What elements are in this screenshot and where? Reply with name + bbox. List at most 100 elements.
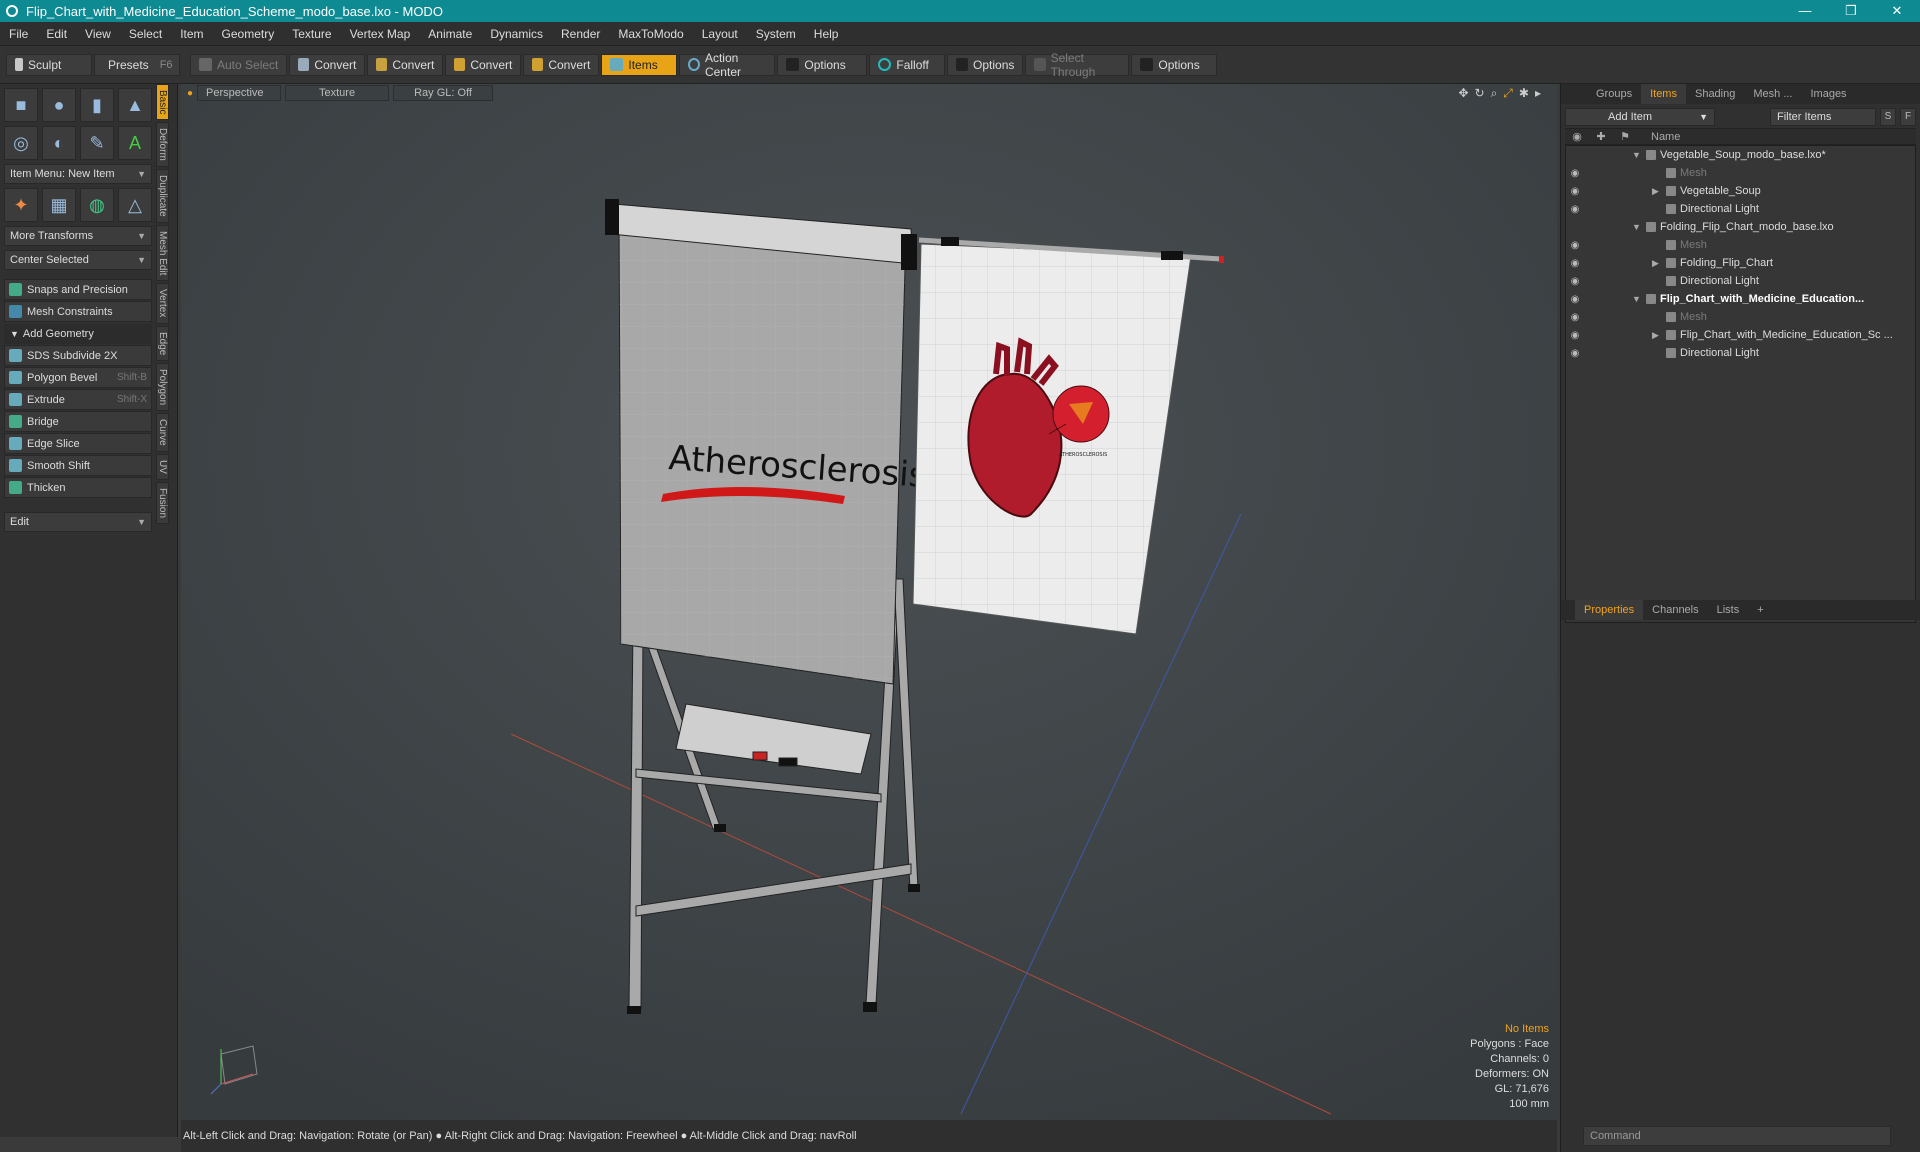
bridge-button[interactable]: Bridge xyxy=(4,411,152,432)
sds-subdivide-button[interactable]: SDS Subdivide 2X xyxy=(4,345,152,366)
command-input[interactable]: Command xyxy=(1583,1126,1891,1146)
presets-button[interactable]: Presets F6 xyxy=(94,53,180,76)
edge-slice-button[interactable]: Edge Slice xyxy=(4,433,152,454)
tab-vertex[interactable]: Vertex xyxy=(156,283,169,324)
falloff-options-button[interactable]: Options xyxy=(947,53,1024,76)
convert-vertex-button[interactable]: Convert xyxy=(289,53,366,76)
tab-channels[interactable]: Channels xyxy=(1643,600,1707,620)
convert-polygon-button[interactable]: Convert xyxy=(445,53,522,76)
eye-icon[interactable]: ◉ xyxy=(1566,204,1584,215)
f-toggle-button[interactable]: F xyxy=(1900,108,1916,126)
expand-arrow-icon[interactable]: ▶ xyxy=(1652,258,1662,269)
menu-maxtomodo[interactable]: MaxToModo xyxy=(609,27,692,41)
item-menu-dropdown[interactable]: Item Menu: New Item ▼ xyxy=(4,164,152,184)
torus-icon[interactable]: ◎ xyxy=(4,126,38,160)
list-item[interactable]: ▼ Vegetable_Soup_modo_base.lxo* xyxy=(1566,146,1915,164)
expand-arrow-icon[interactable]: ▶ xyxy=(1652,186,1662,197)
tab-properties[interactable]: Properties xyxy=(1575,600,1644,620)
grid-icon[interactable]: ▦ xyxy=(42,188,76,222)
tab-deform[interactable]: Deform xyxy=(156,122,169,168)
add-tab-icon[interactable]: + xyxy=(1748,600,1772,620)
close-button[interactable]: ✕ xyxy=(1874,0,1920,22)
sphere-icon[interactable]: ● xyxy=(42,88,76,122)
thicken-button[interactable]: Thicken xyxy=(4,477,152,498)
eye-icon[interactable]: ◉ xyxy=(1566,294,1584,305)
capsule-icon[interactable]: ◐ xyxy=(42,126,76,160)
s-toggle-button[interactable]: S xyxy=(1880,108,1896,126)
menu-help[interactable]: Help xyxy=(805,27,848,41)
eye-icon[interactable]: ◉ xyxy=(1566,258,1584,269)
menu-view[interactable]: View xyxy=(76,27,120,41)
pan-icon[interactable]: ✥ xyxy=(1458,86,1468,101)
polygon-bevel-button[interactable]: Polygon Bevel Shift-B xyxy=(4,367,152,388)
fit-icon[interactable]: ⤢ xyxy=(1503,86,1513,101)
menu-geometry[interactable]: Geometry xyxy=(213,27,284,41)
tab-polygon[interactable]: Polygon xyxy=(156,363,169,412)
add-geometry-section[interactable]: ▼ Add Geometry xyxy=(4,324,152,344)
menu-layout[interactable]: Layout xyxy=(693,27,747,41)
add-item-dropdown[interactable]: Add Item ▼ xyxy=(1565,108,1715,126)
expand-arrow-icon[interactable]: ▼ xyxy=(1632,150,1642,160)
transform-icon[interactable]: ✦ xyxy=(4,188,38,222)
tab-duplicate[interactable]: Duplicate xyxy=(156,169,169,223)
sculpt-button[interactable]: Sculpt xyxy=(6,53,92,76)
tab-mesh-edit[interactable]: Mesh Edit xyxy=(156,224,169,282)
expand-arrow-icon[interactable]: ▸ xyxy=(1535,86,1541,101)
name-column-header[interactable]: Name xyxy=(1637,131,1680,143)
perspective-dropdown[interactable]: Perspective xyxy=(197,85,282,101)
minimize-button[interactable]: — xyxy=(1782,0,1828,22)
eye-icon[interactable]: ◉ xyxy=(1566,240,1584,251)
more-transforms-dropdown[interactable]: More Transforms ▼ xyxy=(4,226,152,246)
menu-animate[interactable]: Animate xyxy=(419,27,481,41)
edit-dropdown[interactable]: Edit ▼ xyxy=(4,512,152,532)
lock-column-icon[interactable]: ✚ xyxy=(1589,130,1613,143)
menu-file[interactable]: File xyxy=(0,27,37,41)
center-selected-dropdown[interactable]: Center Selected ▼ xyxy=(4,250,152,270)
select-through-button[interactable]: Select Through xyxy=(1025,51,1130,79)
tab-fusion[interactable]: Fusion xyxy=(156,481,169,524)
cylinder-icon[interactable]: ▮ xyxy=(80,88,114,122)
expand-arrow-icon[interactable]: ▼ xyxy=(1632,294,1642,304)
list-item[interactable]: ◉ ▶ Folding_Flip_Chart xyxy=(1566,254,1915,272)
tab-mesh[interactable]: Mesh ... xyxy=(1744,84,1801,104)
tab-curve[interactable]: Curve xyxy=(156,413,169,452)
list-item[interactable]: ◉ Directional Light xyxy=(1566,344,1915,362)
list-item[interactable]: ◉ Directional Light xyxy=(1566,272,1915,290)
mesh-constraints-button[interactable]: Mesh Constraints xyxy=(4,301,152,322)
list-item[interactable]: ◉ ▶ Vegetable_Soup xyxy=(1566,182,1915,200)
tab-basic[interactable]: Basic xyxy=(156,84,169,121)
list-item[interactable]: ◉ ▶ Flip_Chart_with_Medicine_Education_Sc … xyxy=(1566,326,1915,344)
eye-icon[interactable]: ◉ xyxy=(1566,330,1584,341)
rotate-icon[interactable]: ↻ xyxy=(1475,86,1485,101)
menu-system[interactable]: System xyxy=(747,27,805,41)
pyramid-icon[interactable]: △ xyxy=(118,188,152,222)
tab-lists[interactable]: Lists xyxy=(1708,600,1749,620)
tab-shading[interactable]: Shading xyxy=(1686,84,1744,104)
cone-icon[interactable]: ▲ xyxy=(118,88,152,122)
tab-edge[interactable]: Edge xyxy=(156,325,169,362)
menu-item[interactable]: Item xyxy=(171,27,212,41)
eye-icon[interactable]: ◉ xyxy=(1566,168,1584,179)
tab-uv[interactable]: UV xyxy=(156,453,169,480)
menu-texture[interactable]: Texture xyxy=(283,27,340,41)
smooth-shift-button[interactable]: Smooth Shift xyxy=(4,455,152,476)
falloff-button[interactable]: Falloff xyxy=(869,53,946,76)
viewport-menu-icon[interactable]: ● xyxy=(187,88,193,99)
eye-icon[interactable]: ◉ xyxy=(1566,186,1584,197)
expand-arrow-icon[interactable]: ▶ xyxy=(1652,330,1662,341)
eye-icon[interactable]: ◉ xyxy=(1566,276,1584,287)
texture-dropdown[interactable]: Texture xyxy=(285,85,390,101)
list-item[interactable]: ◉ Mesh xyxy=(1566,308,1915,326)
snaps-precision-button[interactable]: Snaps and Precision xyxy=(4,279,152,300)
tab-items[interactable]: Items xyxy=(1641,84,1686,104)
action-center-button[interactable]: Action Center xyxy=(679,51,776,79)
convert-edge-button[interactable]: Convert xyxy=(367,53,444,76)
zoom-icon[interactable]: ⌕ xyxy=(1491,86,1498,101)
menu-select[interactable]: Select xyxy=(120,27,171,41)
tab-groups[interactable]: Groups xyxy=(1587,84,1641,104)
convert-material-button[interactable]: Convert xyxy=(523,53,600,76)
maximize-button[interactable]: ❐ xyxy=(1828,0,1874,22)
action-center-options-button[interactable]: Options xyxy=(777,53,868,76)
select-through-options-button[interactable]: Options xyxy=(1131,53,1218,76)
menu-vertex-map[interactable]: Vertex Map xyxy=(341,27,420,41)
